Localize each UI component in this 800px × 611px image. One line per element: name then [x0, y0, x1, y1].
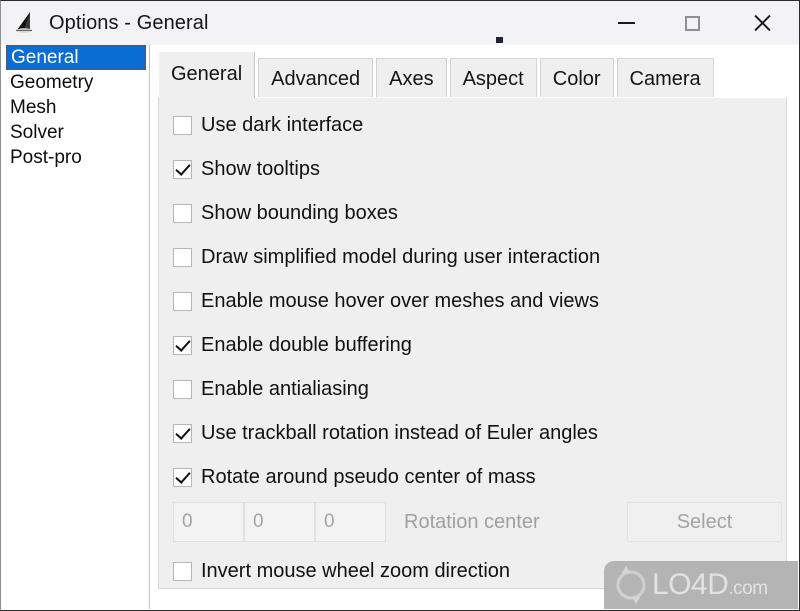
- window-controls: [593, 1, 799, 45]
- watermark-suffix: .com: [728, 578, 768, 599]
- checkbox-use-trackball-rotation[interactable]: [173, 423, 192, 443]
- sidebar-item-general[interactable]: General: [6, 45, 146, 70]
- sidebar-item-label: Post-pro: [10, 147, 82, 168]
- checkbox-label: Show bounding boxes: [201, 202, 398, 224]
- checkbox-enable-antialiasing[interactable]: [173, 379, 192, 399]
- checkbox-label: Enable antialiasing: [201, 378, 369, 400]
- rotation-center-y-input[interactable]: 0: [244, 502, 315, 542]
- sidebar-item-label: Mesh: [10, 97, 57, 118]
- tab-axes[interactable]: Axes: [376, 58, 447, 98]
- checkbox-row-enable-mouse-hover[interactable]: Enable mouse hover over meshes and views: [173, 288, 599, 314]
- checkbox-row-use-trackball-rotation[interactable]: Use trackball rotation instead of Euler …: [173, 420, 598, 446]
- checkbox-label: Use dark interface: [201, 114, 364, 136]
- window-title: Options - General: [49, 11, 209, 34]
- checkbox-label: Show tooltips: [201, 158, 320, 180]
- tab-camera[interactable]: Camera: [616, 58, 714, 98]
- category-list[interactable]: General Geometry Mesh Solver Post-pro: [2, 45, 150, 609]
- checkbox-label: Use trackball rotation instead of Euler …: [201, 422, 598, 444]
- checkbox-show-bounding-boxes[interactable]: [173, 203, 192, 223]
- minimize-button[interactable]: [593, 1, 659, 45]
- sidebar-item-label: General: [11, 47, 79, 68]
- sidebar-item-geometry[interactable]: Geometry: [2, 70, 149, 95]
- checkbox-use-dark-interface[interactable]: [173, 115, 192, 135]
- rotation-center-x-input[interactable]: 0: [173, 502, 244, 542]
- checkbox-label: Enable mouse hover over meshes and views: [201, 290, 599, 312]
- rotation-center-row: 0 0 0 Rotation center: [173, 502, 540, 542]
- maximize-button[interactable]: [659, 1, 725, 45]
- title-bar: Options - General: [1, 1, 799, 45]
- sidebar-item-label: Solver: [10, 122, 64, 143]
- rotation-center-z-input[interactable]: 0: [315, 502, 386, 542]
- sidebar-item-mesh[interactable]: Mesh: [2, 95, 149, 120]
- refresh-circle-icon: [612, 566, 650, 604]
- options-window: Options - General General Geometry Mesh …: [0, 0, 800, 611]
- watermark-name: LO4D: [652, 568, 729, 601]
- minimize-icon: [617, 22, 635, 24]
- tab-aspect[interactable]: Aspect: [449, 58, 537, 98]
- checkbox-label: Rotate around pseudo center of mass: [201, 466, 536, 488]
- checkbox-row-rotate-around-pseudo-center[interactable]: Rotate around pseudo center of mass: [173, 464, 536, 490]
- general-tab-panel: Use dark interface Show tooltips Show bo…: [158, 97, 787, 589]
- checkbox-enable-double-buffering[interactable]: [173, 335, 192, 355]
- checkbox-invert-mouse-wheel-zoom[interactable]: [173, 561, 192, 581]
- artifact-speck: [496, 37, 503, 45]
- checkbox-row-invert-mouse-wheel-zoom[interactable]: Invert mouse wheel zoom direction: [173, 558, 510, 584]
- close-icon: [752, 13, 772, 33]
- tab-color[interactable]: Color: [539, 58, 614, 98]
- sidebar-item-solver[interactable]: Solver: [2, 120, 149, 145]
- tab-advanced[interactable]: Advanced: [258, 58, 374, 98]
- checkbox-row-enable-double-buffering[interactable]: Enable double buffering: [173, 332, 412, 358]
- rotation-center-label: Rotation center: [404, 510, 540, 533]
- checkbox-label: Draw simplified model during user intera…: [201, 246, 601, 268]
- checkbox-row-show-tooltips[interactable]: Show tooltips: [173, 156, 320, 182]
- checkbox-enable-mouse-hover[interactable]: [173, 291, 192, 311]
- checkbox-label: Invert mouse wheel zoom direction: [201, 560, 511, 582]
- gmsh-cone-icon: [13, 10, 39, 36]
- checkbox-row-use-dark-interface[interactable]: Use dark interface: [173, 112, 363, 138]
- checkbox-rotate-around-pseudo-center[interactable]: [173, 467, 192, 487]
- select-button[interactable]: Select: [627, 502, 782, 542]
- maximize-icon: [684, 15, 700, 31]
- checkbox-show-tooltips[interactable]: [173, 159, 192, 179]
- checkbox-draw-simplified-model[interactable]: [173, 247, 192, 267]
- tab-general[interactable]: General: [159, 52, 256, 98]
- checkbox-row-draw-simplified-model[interactable]: Draw simplified model during user intera…: [173, 244, 600, 270]
- tab-strip: General Advanced Axes Aspect Color Camer…: [159, 52, 717, 98]
- checkbox-row-enable-antialiasing[interactable]: Enable antialiasing: [173, 376, 369, 402]
- watermark: LO4D.com: [604, 561, 798, 609]
- checkbox-label: Enable double buffering: [201, 334, 412, 356]
- watermark-text: LO4D.com: [652, 568, 768, 602]
- checkbox-row-show-bounding-boxes[interactable]: Show bounding boxes: [173, 200, 398, 226]
- close-button[interactable]: [725, 1, 799, 45]
- sidebar-item-post-pro[interactable]: Post-pro: [2, 145, 149, 170]
- sidebar-item-label: Geometry: [10, 72, 94, 93]
